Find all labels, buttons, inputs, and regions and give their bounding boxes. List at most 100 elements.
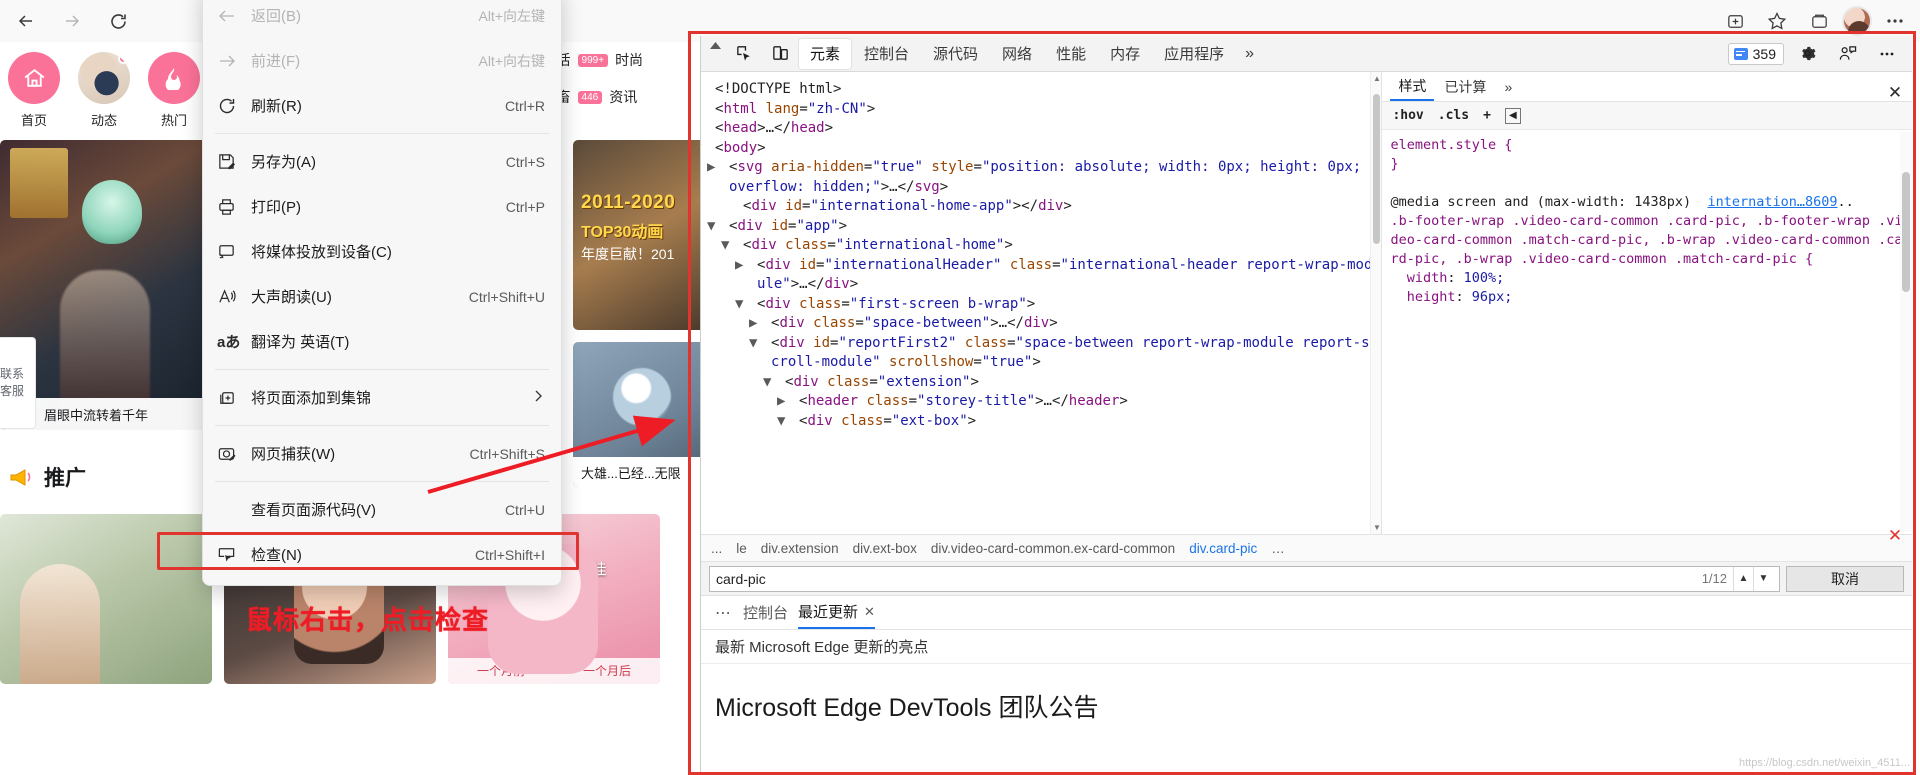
tab-computed[interactable]: 已计算 — [1436, 72, 1494, 101]
promo-card[interactable] — [0, 514, 212, 684]
context-menu-item-web-capture[interactable]: 网页捕获(W) Ctrl+Shift+S — [203, 431, 561, 476]
style-prop-name[interactable]: height — [1407, 289, 1456, 305]
drawer-tab-whats-new[interactable]: 最近更新 ✕ — [798, 596, 875, 629]
disclosure-triangle[interactable]: ▼ — [788, 412, 799, 432]
chevron-double-right-icon[interactable]: » — [1237, 45, 1262, 63]
disclosure-triangle[interactable]: ▶ — [704, 119, 715, 139]
tab-styles[interactable]: 样式 — [1390, 72, 1434, 101]
context-menu-item-back[interactable]: 返回(B) Alt+向左键 — [203, 0, 561, 38]
more-vertical-icon[interactable] — [1870, 39, 1904, 69]
breadcrumb-item[interactable]: le — [736, 541, 747, 556]
search-cancel-button[interactable]: 取消 — [1786, 566, 1904, 592]
context-menu-item-reload[interactable]: 刷新(R) Ctrl+R — [203, 83, 561, 128]
styles-rules[interactable]: element.style { } @media screen and (max… — [1382, 130, 1912, 313]
disclosure-triangle[interactable]: ▶ — [788, 392, 799, 412]
disclosure-triangle[interactable]: ▶ — [746, 256, 757, 276]
chevron-up-icon[interactable]: ▲ — [1733, 567, 1753, 591]
collections-add-icon[interactable] — [1716, 4, 1754, 38]
gear-icon[interactable] — [1790, 39, 1824, 69]
contact-service-button[interactable]: 联系客服 — [0, 337, 36, 429]
dom-tree-line[interactable]: <html lang="zh-CN"> — [715, 100, 1375, 120]
new-style-rule-button[interactable]: + — [1483, 108, 1491, 123]
dom-tree-line[interactable]: ▶<div id="internationalHeader" class="in… — [715, 256, 1375, 295]
dom-scrollbar-thumb[interactable] — [1373, 94, 1380, 244]
context-menu-item-save-as[interactable]: 另存为(A) Ctrl+S — [203, 139, 561, 184]
dom-tree-line[interactable]: ▼<div id="reportFirst2" class="space-bet… — [715, 334, 1375, 373]
style-prop-value[interactable]: 100%; — [1464, 270, 1505, 286]
dom-tree[interactable]: <!DOCTYPE html><html lang="zh-CN">▶<head… — [701, 72, 1381, 431]
issues-badge[interactable]: 359 — [1728, 43, 1784, 65]
more-horizontal-icon[interactable]: ⋯ — [715, 603, 733, 623]
drawer-close-button[interactable]: ✕ — [1884, 525, 1906, 547]
disclosure-triangle[interactable]: ▼ — [732, 236, 743, 256]
disclosure-triangle[interactable]: ▼ — [774, 373, 785, 393]
dom-tree-line[interactable]: ▶<div class="space-between">…</div> — [715, 314, 1375, 334]
context-menu-item-print[interactable]: 打印(P) Ctrl+P — [203, 184, 561, 229]
styles-scrollbar-thumb[interactable] — [1902, 172, 1910, 292]
dom-tree-line[interactable]: ▼<div class="extension"> — [715, 373, 1375, 393]
disclosure-triangle[interactable]: ▼ — [704, 139, 715, 159]
disclosure-triangle[interactable]: ▼ — [760, 334, 771, 354]
dom-tree-line[interactable]: ▼<div class="first-screen b-wrap"> — [715, 295, 1375, 315]
reload-button[interactable] — [98, 4, 138, 38]
dom-tree-line[interactable]: ▼<div class="ext-box"> — [715, 412, 1375, 432]
device-toolbar-icon[interactable] — [763, 39, 797, 69]
tab-sources[interactable]: 源代码 — [922, 39, 989, 69]
scroll-up-icon[interactable] — [705, 36, 725, 72]
style-prop-value[interactable]: 96px; — [1472, 289, 1513, 305]
context-menu-item-view-source[interactable]: 查看页面源代码(V) Ctrl+U — [203, 487, 561, 532]
context-menu-item-add-to-collections[interactable]: 将页面添加到集锦 — [203, 375, 561, 420]
dom-scrollbar[interactable]: ▲ ▼ — [1370, 72, 1381, 534]
hov-button[interactable]: :hov — [1392, 108, 1423, 123]
context-menu-item-inspect[interactable]: 检查(N) Ctrl+Shift+I — [203, 532, 561, 577]
nav-item-dynamic[interactable]: 动态 — [78, 52, 130, 152]
context-menu-item-cast[interactable]: 将媒体投放到设备(C) — [203, 229, 561, 274]
chevron-down-icon[interactable]: ▼ — [1753, 567, 1773, 591]
devtools-close-button[interactable]: ✕ — [1884, 82, 1906, 104]
sidebar-toggle-icon[interactable]: ◀ — [1505, 108, 1521, 124]
style-prop-name[interactable]: width — [1407, 270, 1448, 286]
breadcrumb-item[interactable]: div.extension — [761, 541, 839, 556]
avatar[interactable] — [1842, 6, 1872, 36]
tab-performance[interactable]: 性能 — [1045, 39, 1097, 69]
scroll-up-arrow[interactable]: ▲ — [1372, 74, 1381, 83]
dom-tree-line[interactable]: ▼<div class="international-home"> — [715, 236, 1375, 256]
breadcrumb-item-current[interactable]: div.card-pic — [1189, 541, 1257, 556]
breadcrumb-trailing[interactable]: … — [1271, 541, 1285, 556]
disclosure-triangle[interactable]: ▶ — [760, 314, 771, 334]
close-icon[interactable]: ✕ — [864, 604, 875, 620]
more-settings-icon[interactable] — [1876, 4, 1914, 38]
search-input-wrapper[interactable]: card-pic 1/12 ▲ ▼ — [709, 566, 1780, 592]
disclosure-triangle[interactable]: ▼ — [746, 295, 757, 315]
tag-label[interactable]: 时尚 — [615, 50, 643, 70]
breadcrumb-item[interactable]: div.video-card-common.ex-card-common — [931, 541, 1175, 556]
drawer-tab-console[interactable]: 控制台 — [743, 596, 788, 629]
tab-console[interactable]: 控制台 — [853, 39, 920, 69]
tab-elements[interactable]: 元素 — [799, 39, 851, 69]
context-menu-item-read-aloud[interactable]: 大声朗读(U) Ctrl+Shift+U — [203, 274, 561, 319]
dom-tree-line[interactable]: <div id="international-home-app"></div> — [715, 197, 1375, 217]
chevron-double-right-icon[interactable]: » — [1496, 72, 1520, 101]
context-menu-item-translate[interactable]: aあ 翻译为 英语(T) — [203, 319, 561, 364]
tab-application[interactable]: 应用程序 — [1153, 39, 1235, 69]
styles-scrollbar[interactable] — [1900, 132, 1912, 532]
tab-network[interactable]: 网络 — [991, 39, 1043, 69]
video-card-top30[interactable]: 2011-2020 TOP30动画 年度巨献！201 — [573, 140, 706, 330]
nav-item-hot[interactable]: 热门 — [148, 52, 200, 152]
inspect-element-icon[interactable] — [727, 39, 761, 69]
tag-label[interactable]: 资讯 — [609, 87, 637, 107]
breadcrumb-overflow[interactable]: ... — [711, 541, 722, 556]
back-button[interactable] — [6, 4, 46, 38]
nav-item-home[interactable]: 首页 — [8, 52, 60, 152]
dom-tree-line[interactable]: ▶<head>…</head> — [715, 119, 1375, 139]
breadcrumb-item[interactable]: div.ext-box — [853, 541, 917, 556]
dom-tree-pane[interactable]: <!DOCTYPE html><html lang="zh-CN">▶<head… — [701, 72, 1382, 534]
search-input[interactable]: card-pic — [716, 571, 1702, 587]
feedback-person-icon[interactable] — [1830, 39, 1864, 69]
style-source-link[interactable]: internation…8609 — [1707, 194, 1837, 210]
video-card-doraemon[interactable]: 大雄...已经...无限 — [573, 342, 706, 487]
tab-memory[interactable]: 内存 — [1099, 39, 1151, 69]
forward-button[interactable] — [52, 4, 92, 38]
disclosure-triangle[interactable]: ▶ — [718, 158, 729, 178]
dom-tree-line[interactable]: ▼<body> — [715, 139, 1375, 159]
